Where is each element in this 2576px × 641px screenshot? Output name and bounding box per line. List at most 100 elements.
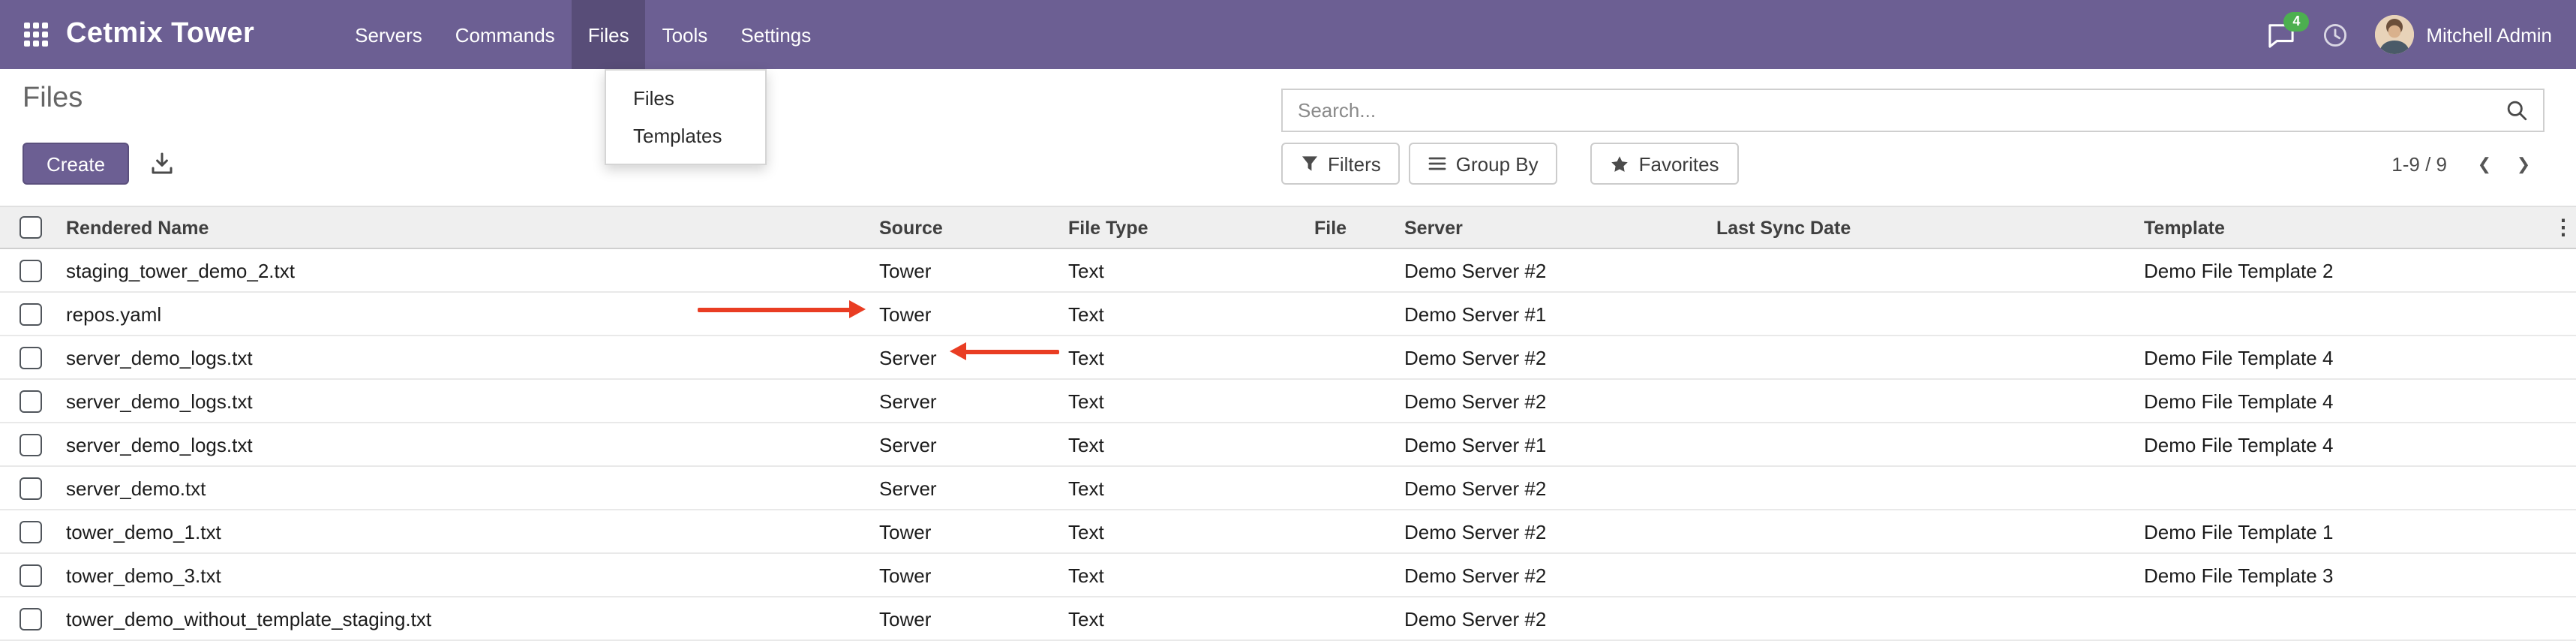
screenshot-root: Cetmix Tower ServersCommandsFilesToolsSe… [0,0,2576,626]
column-header-template[interactable]: Template [2138,206,2550,248]
favorites-button[interactable]: Favorites [1591,143,1739,185]
cell-file-type: Text [1062,510,1308,553]
favorites-label: Favorites [1639,152,1719,175]
cell-file-type: Text [1062,336,1308,379]
row-checkbox[interactable] [19,608,41,630]
column-header-last-sync-date[interactable]: Last Sync Date [1710,206,2138,248]
cell-rendered-name: tower_demo_1.txt [60,510,873,553]
row-checkbox[interactable] [19,434,41,456]
user-name: Mitchell Admin [2426,23,2552,46]
pager-next-icon[interactable]: ❯ [2507,146,2540,182]
cell-source: Server [873,466,1062,510]
cell-options [2550,466,2576,510]
table-row[interactable]: server_demo.txt Server Text Demo Server … [0,466,2576,510]
optional-columns-icon[interactable]: ⋮ [2553,217,2574,236]
top-navbar: Cetmix Tower ServersCommandsFilesToolsSe… [0,0,2576,69]
cell-file [1308,336,1398,379]
menu-commands[interactable]: Commands [439,0,572,69]
cell-template: Demo File Template 4 [2138,336,2550,379]
cell-file [1308,466,1398,510]
activities-button[interactable] [2322,22,2348,47]
cell-last-sync-date [1710,466,2138,510]
filter-icon [1301,155,1319,173]
group-by-button[interactable]: Group By [1410,143,1558,185]
select-all-checkbox[interactable] [19,216,41,239]
row-checkbox[interactable] [19,347,41,369]
table-row[interactable]: server_demo_logs.txt Server Text Demo Se… [0,423,2576,466]
user-menu[interactable]: Mitchell Admin [2375,15,2552,54]
cell-options [2550,292,2576,336]
list-view: Rendered Name Source File Type File Serv… [0,206,2576,641]
cell-rendered-name: staging_tower_demo_2.txt [60,248,873,292]
cell-last-sync-date [1710,336,2138,379]
cell-server: Demo Server #2 [1398,336,1710,379]
apps-menu-icon[interactable] [24,23,48,47]
menu-servers[interactable]: Servers [338,0,439,69]
row-checkbox[interactable] [19,390,41,413]
cell-file [1308,248,1398,292]
cell-server: Demo Server #2 [1398,510,1710,553]
cell-rendered-name: tower_demo_without_template_staging.txt [60,597,873,640]
filters-button[interactable]: Filters [1281,143,1401,185]
navbar-right: 4 Mitchell Admin [2267,0,2552,69]
menu-tools[interactable]: Tools [646,0,725,69]
table-row[interactable]: tower_demo_1.txt Tower Text Demo Server … [0,510,2576,553]
avatar [2375,15,2414,54]
column-header-source[interactable]: Source [873,206,1062,248]
main-menu: ServersCommandsFilesToolsSettings [338,0,827,69]
cell-rendered-name: repos.yaml [60,292,873,336]
cell-rendered-name: server_demo.txt [60,466,873,510]
dropdown-item-files[interactable]: Files [606,80,765,117]
cell-source: Tower [873,597,1062,640]
messages-button[interactable]: 4 [2267,22,2295,47]
cell-rendered-name: server_demo_logs.txt [60,336,873,379]
cell-source: Server [873,379,1062,423]
row-checkbox[interactable] [19,521,41,543]
pager-previous-icon[interactable]: ❮ [2468,146,2501,182]
table-row[interactable]: staging_tower_demo_2.txt Tower Text Demo… [0,248,2576,292]
app-brand[interactable]: Cetmix Tower [66,18,254,51]
cell-server: Demo Server #2 [1398,597,1710,640]
cell-options [2550,553,2576,597]
cell-options [2550,379,2576,423]
cell-server: Demo Server #2 [1398,466,1710,510]
menu-settings[interactable]: Settings [724,0,827,69]
table-header-row: Rendered Name Source File Type File Serv… [0,206,2576,248]
cell-file-type: Text [1062,379,1308,423]
row-checkbox[interactable] [19,260,41,282]
cell-last-sync-date [1710,553,2138,597]
favorites-star-icon [1611,154,1630,173]
table-row[interactable]: server_demo_logs.txt Server Text Demo Se… [0,379,2576,423]
dropdown-item-templates[interactable]: Templates [606,117,765,155]
cell-server: Demo Server #2 [1398,553,1710,597]
cell-options [2550,597,2576,640]
cell-rendered-name: tower_demo_3.txt [60,553,873,597]
row-checkbox[interactable] [19,303,41,326]
column-header-file[interactable]: File [1308,206,1398,248]
row-checkbox[interactable] [19,477,41,500]
cell-file [1308,292,1398,336]
files-menu-dropdown: FilesTemplates [605,69,767,165]
cell-file-type: Text [1062,466,1308,510]
search-icon[interactable] [2505,99,2543,122]
row-checkbox[interactable] [19,564,41,587]
cell-server: Demo Server #1 [1398,292,1710,336]
group-by-icon [1429,155,1447,173]
create-button[interactable]: Create [23,143,129,185]
menu-files[interactable]: Files [572,0,646,69]
table-row[interactable]: tower_demo_without_template_staging.txt … [0,597,2576,640]
column-header-server[interactable]: Server [1398,206,1710,248]
search-input[interactable] [1283,90,2505,131]
cell-file-type: Text [1062,553,1308,597]
cell-options [2550,248,2576,292]
table-row[interactable]: repos.yaml Tower Text Demo Server #1 [0,292,2576,336]
activities-clock-icon [2322,22,2348,47]
cell-last-sync-date [1710,292,2138,336]
cell-last-sync-date [1710,248,2138,292]
column-header-file-type[interactable]: File Type [1062,206,1308,248]
table-row[interactable]: tower_demo_3.txt Tower Text Demo Server … [0,553,2576,597]
table-row[interactable]: server_demo_logs.txt Server Text Demo Se… [0,336,2576,379]
column-header-rendered-name[interactable]: Rendered Name [60,206,873,248]
download-icon[interactable] [150,152,174,176]
cell-template [2138,597,2550,640]
